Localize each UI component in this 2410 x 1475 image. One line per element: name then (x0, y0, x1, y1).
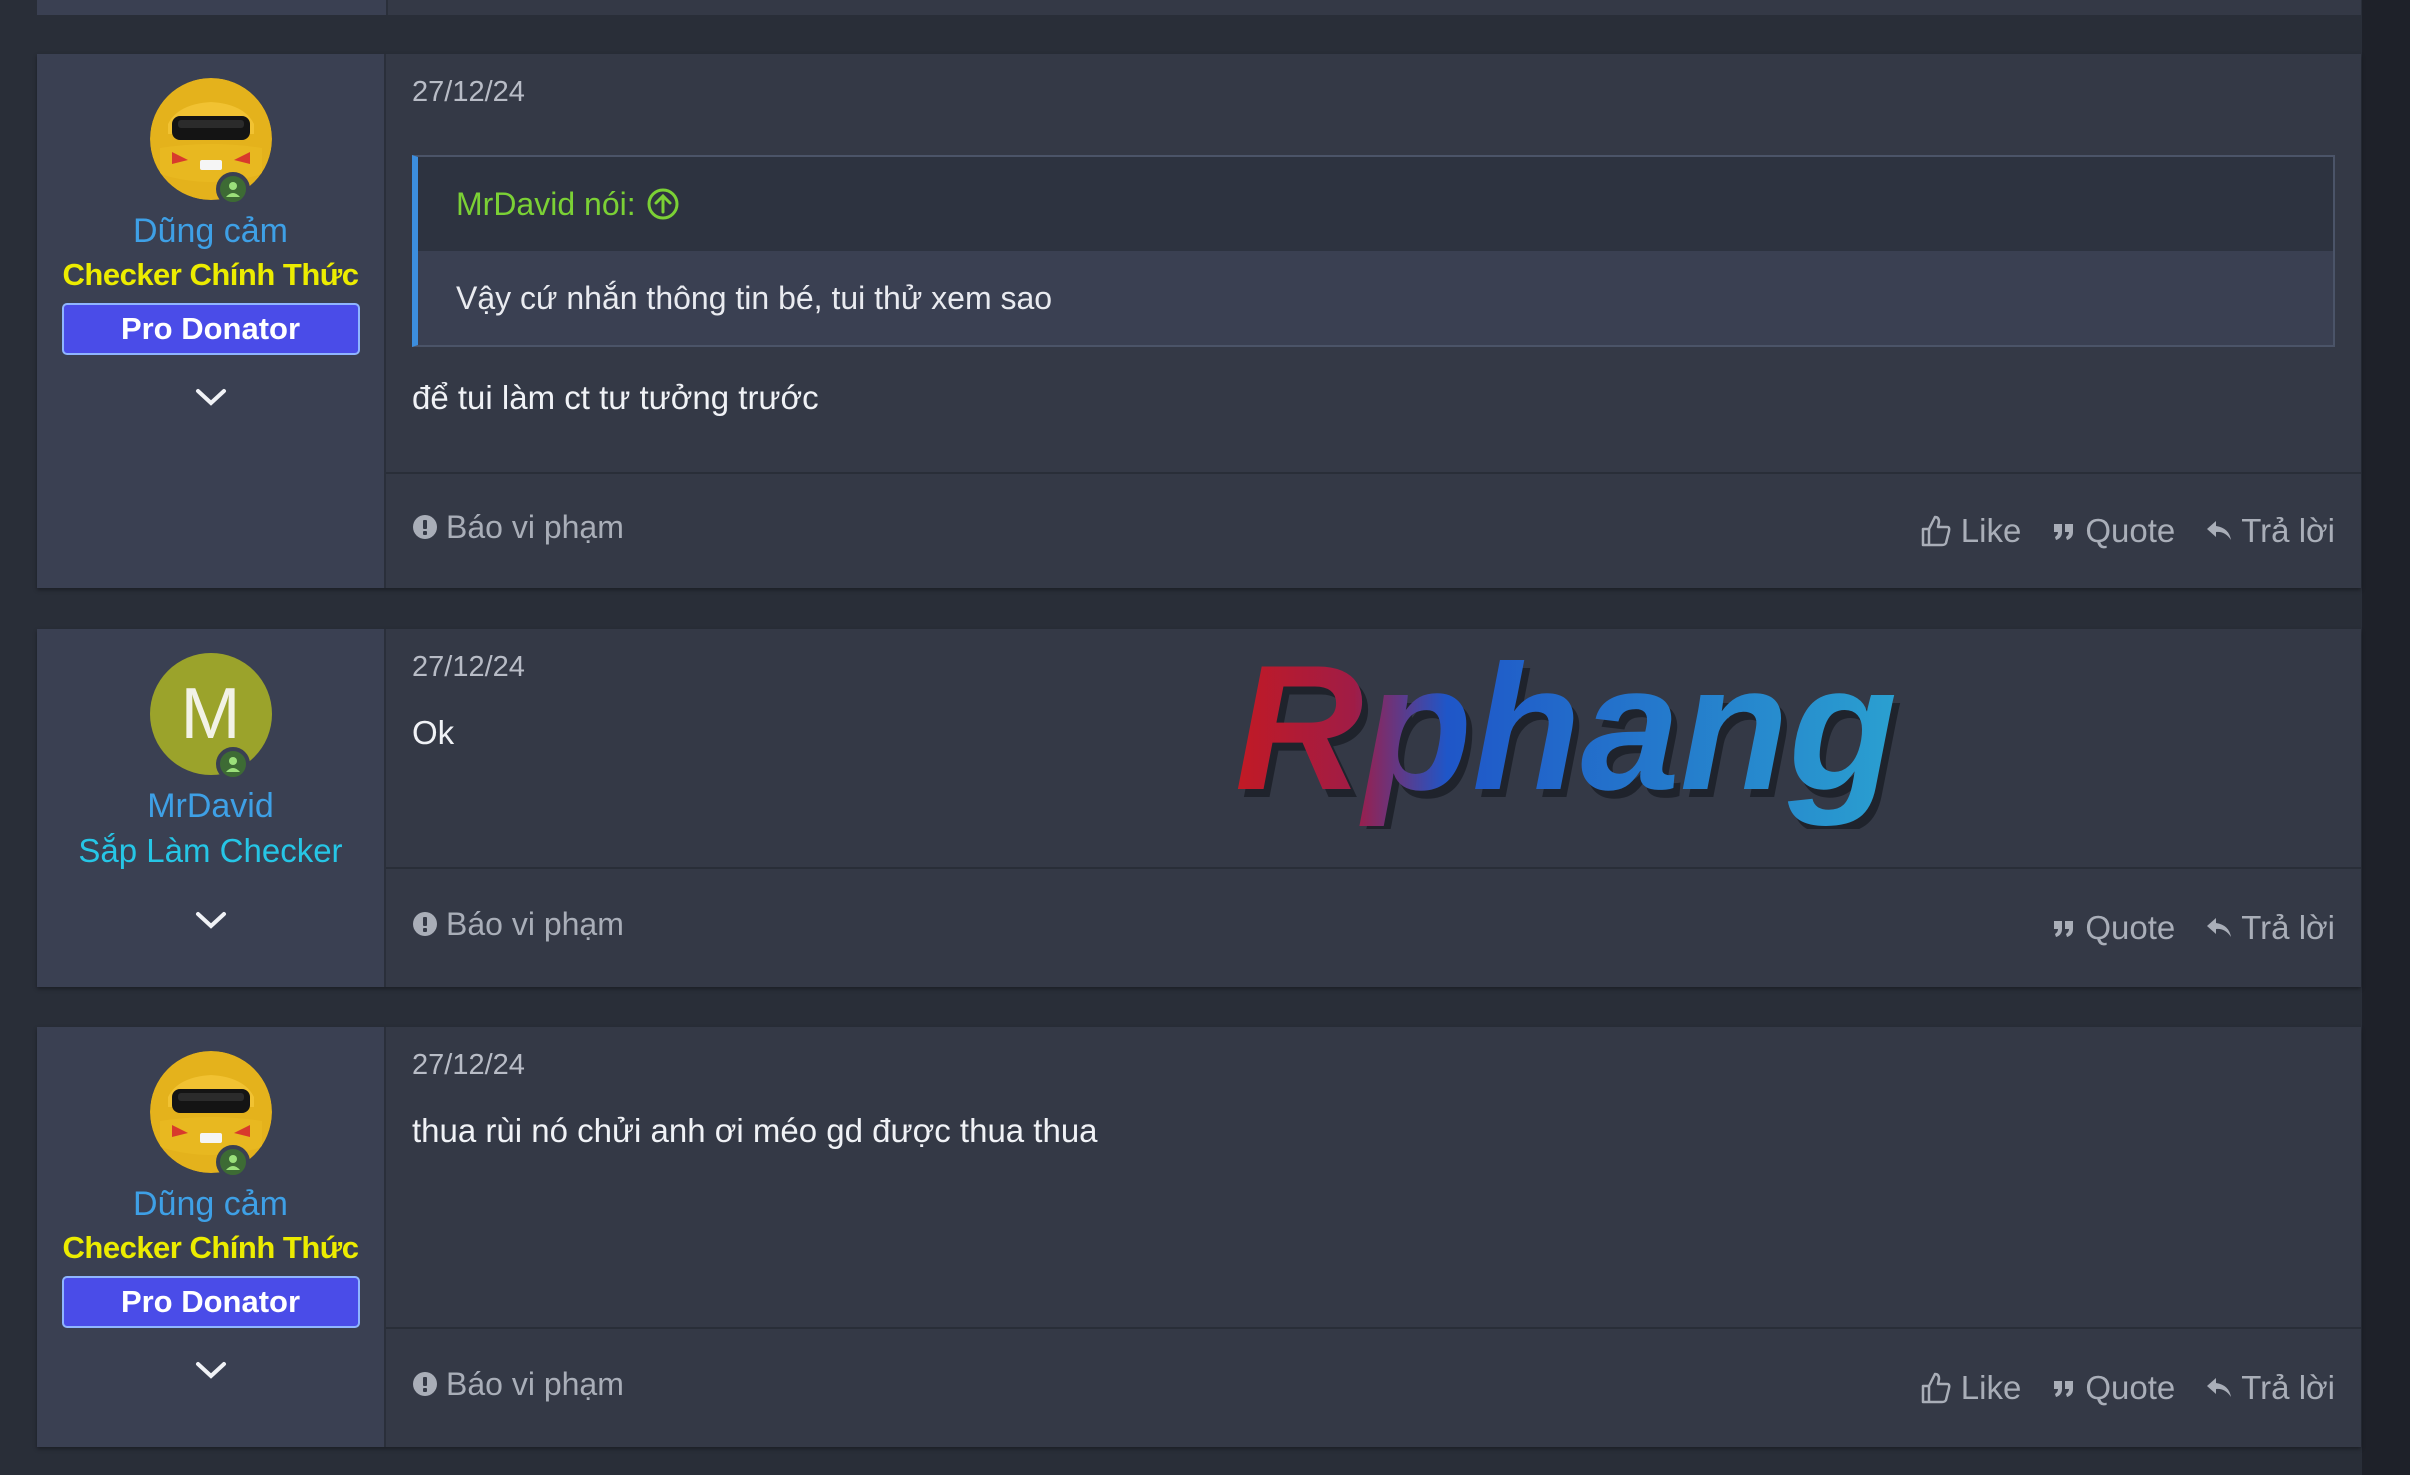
reply-label: Trả lời (2241, 512, 2335, 549)
reply-icon (2207, 918, 2232, 937)
report-label: Báo vi phạm (446, 508, 624, 545)
quote-block: MrDavid nói: Vậy cứ nhắn thông tin bé, t… (412, 155, 2335, 347)
quote-header[interactable]: MrDavid nói: (418, 157, 2333, 251)
reply-label: Trả lời (2241, 1369, 2335, 1406)
user-title: Checker Chính Thức (62, 257, 359, 292)
expand-user-info-button[interactable] (191, 900, 231, 940)
quote-icon (2054, 921, 2074, 937)
reply-label: Trả lời (2241, 909, 2335, 946)
user-title: Checker Chính Thức (62, 1230, 359, 1265)
quote-label: Quote (2085, 512, 2176, 549)
post-main: 27/12/24 Ok Rphang Rphang Báo vi phạm Qu… (386, 629, 2361, 987)
arrow-up-circle-icon[interactable] (646, 187, 680, 221)
donor-badge: Pro Donator (61, 1276, 360, 1328)
post-footer: Báo vi phạm Like Quote Trả lời (386, 1327, 2361, 1447)
quote-icon (2054, 524, 2074, 540)
donor-badge: Pro Donator (61, 303, 360, 355)
quote-author: MrDavid nói: (456, 185, 636, 222)
thumbs-up-icon (1921, 515, 1951, 547)
post-message: để tui làm ct tư tưởng trước (412, 379, 819, 416)
chevron-down-icon (195, 389, 226, 406)
online-status-icon (215, 747, 250, 781)
avatar[interactable] (149, 1051, 272, 1179)
report-label: Báo vi phạm (446, 1365, 624, 1402)
post-date[interactable]: 27/12/24 (412, 1049, 2335, 1082)
quote-text: Vậy cứ nhắn thông tin bé, tui thử xem sa… (418, 251, 2333, 345)
post-user-panel: Dũng cảm Checker Chính Thức Pro Donator (37, 54, 386, 588)
previous-post-stub (37, 0, 2361, 15)
alert-icon (413, 1372, 437, 1396)
quote-label: Quote (2085, 1369, 2176, 1406)
quote-button[interactable]: Quote (2051, 909, 2175, 947)
avatar[interactable] (149, 78, 272, 206)
online-status-icon (215, 172, 250, 206)
username[interactable]: Dũng cảm (133, 1185, 288, 1224)
thread-page: Dũng cảm Checker Chính Thức Pro Donator … (0, 0, 2410, 1475)
alert-icon (413, 912, 437, 936)
chevron-down-icon (195, 912, 226, 929)
reply-icon (2207, 1378, 2232, 1397)
chevron-down-icon (195, 1362, 226, 1379)
report-button[interactable]: Báo vi phạm (412, 1366, 624, 1403)
quote-icon (2054, 1381, 2074, 1397)
quote-button[interactable]: Quote (2051, 1369, 2175, 1407)
car-avatar-icon (149, 78, 272, 200)
quote-button[interactable]: Quote (2051, 512, 2175, 550)
online-status-icon (215, 1145, 250, 1179)
post: M MrDavid Sắp Làm Checker 27/12/24 Ok Rp… (37, 629, 2361, 987)
thumbs-up-icon (1921, 1372, 1951, 1404)
watermark-logo: Rphang Rphang (1235, 639, 1903, 829)
report-button[interactable]: Báo vi phạm (412, 509, 624, 546)
post: Dũng cảm Checker Chính Thức Pro Donator … (37, 1027, 2361, 1447)
like-button[interactable]: Like (1919, 512, 2022, 550)
post-user-panel: Dũng cảm Checker Chính Thức Pro Donator (37, 1027, 386, 1447)
scrollbar-track[interactable] (2362, 0, 2410, 1475)
expand-user-info-button[interactable] (191, 1350, 231, 1390)
post-main: 27/12/24 MrDavid nói: Vậy cứ nhắn thông … (386, 54, 2361, 588)
reply-icon (2207, 521, 2232, 540)
post-footer: Báo vi phạm Quote Trả lời (386, 867, 2361, 987)
post-date[interactable]: 27/12/24 (412, 76, 2335, 109)
quote-label: Quote (2085, 909, 2176, 946)
post-footer: Báo vi phạm Like Quote Trả lời (386, 472, 2361, 588)
reply-button[interactable]: Trả lời (2205, 909, 2335, 947)
like-label: Like (1960, 1369, 2022, 1406)
report-button[interactable]: Báo vi phạm (412, 906, 624, 943)
username[interactable]: Dũng cảm (133, 212, 288, 251)
post-user-panel: M MrDavid Sắp Làm Checker (37, 629, 386, 987)
car-avatar-icon (149, 1051, 272, 1173)
alert-icon (413, 515, 437, 539)
post-main: 27/12/24 thua rùi nó chửi anh ơi méo gd … (386, 1027, 2361, 1447)
svg-text:Rphang: Rphang (1235, 639, 1897, 827)
expand-user-info-button[interactable] (191, 377, 231, 417)
avatar[interactable]: M (149, 653, 272, 781)
like-label: Like (1960, 512, 2022, 549)
post: Dũng cảm Checker Chính Thức Pro Donator … (37, 54, 2361, 588)
avatar-letter: M (149, 653, 272, 775)
username[interactable]: MrDavid (147, 787, 274, 826)
reply-button[interactable]: Trả lời (2205, 1369, 2335, 1407)
report-label: Báo vi phạm (446, 905, 624, 942)
user-title: Sắp Làm Checker (78, 832, 343, 869)
like-button[interactable]: Like (1919, 1369, 2022, 1407)
post-message: thua rùi nó chửi anh ơi méo gd được thua… (412, 1112, 1098, 1149)
reply-button[interactable]: Trả lời (2205, 512, 2335, 550)
